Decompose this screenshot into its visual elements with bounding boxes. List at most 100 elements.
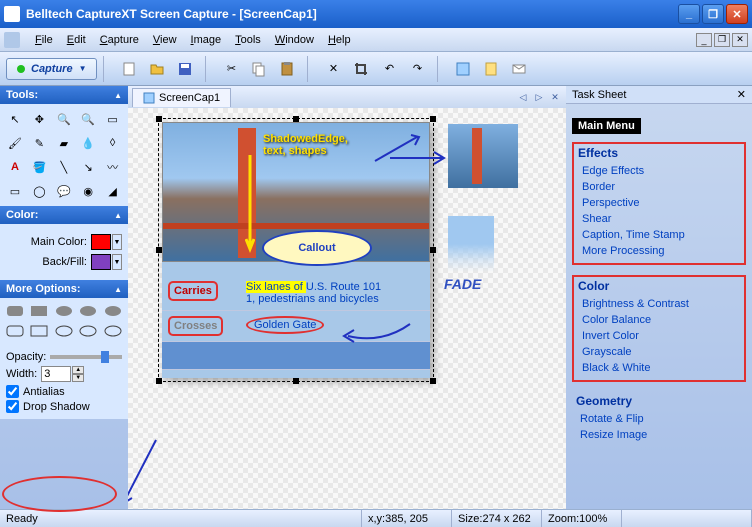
zoom-in-tool[interactable]: 🔍	[53, 108, 75, 130]
tab-prev[interactable]: ◁	[516, 90, 530, 104]
shape-tool[interactable]: ◢	[102, 180, 124, 202]
link-resize[interactable]: Resize Image	[576, 427, 742, 443]
dropshadow-checkbox[interactable]	[6, 400, 19, 413]
clipboard-button[interactable]	[479, 57, 503, 81]
chevron-down-icon: ▼	[79, 64, 87, 73]
link-bw[interactable]: Black & White	[578, 360, 740, 376]
menu-image[interactable]: Image	[184, 31, 229, 49]
width-up[interactable]: ▲	[72, 366, 84, 374]
crop-button[interactable]	[349, 57, 373, 81]
annotation-circle	[2, 476, 117, 512]
open-button[interactable]	[145, 57, 169, 81]
maximize-button[interactable]: ❐	[702, 4, 724, 24]
undo-button[interactable]: ↶	[377, 57, 401, 81]
curve-tool[interactable]: 〰	[102, 156, 124, 178]
opt-ellipse-fill[interactable]	[53, 302, 75, 320]
link-grayscale[interactable]: Grayscale	[578, 344, 740, 360]
width-down[interactable]: ▼	[72, 374, 84, 382]
menu-help[interactable]: Help	[321, 31, 358, 49]
menu-bar: File Edit Capture View Image Tools Windo…	[0, 28, 752, 52]
opt-roundrect-fill[interactable]	[4, 302, 26, 320]
back-color-swatch[interactable]	[91, 254, 111, 270]
link-shear[interactable]: Shear	[578, 211, 740, 227]
redo-button[interactable]: ↷	[405, 57, 429, 81]
opt-ellipse2-fill[interactable]	[77, 302, 99, 320]
move-tool[interactable]: ✥	[28, 108, 50, 130]
tools-header[interactable]: Tools:▲	[0, 86, 128, 104]
zoom-out-tool[interactable]: 🔍	[77, 108, 99, 130]
arrow-tool[interactable]: ↘	[77, 156, 99, 178]
options-header[interactable]: More Options:▲	[0, 280, 128, 298]
fill-tool[interactable]: 🪣	[28, 156, 50, 178]
callout-tool[interactable]: 💬	[53, 180, 75, 202]
main-color-dropdown[interactable]: ▼	[112, 234, 122, 250]
delete-button[interactable]: ✕	[321, 57, 345, 81]
canvas[interactable]: ShadowedEdge, text, shapes Callout Carri…	[128, 108, 566, 509]
brush-tool[interactable]: 🖌	[4, 132, 26, 154]
record-dot-icon	[17, 65, 25, 73]
main-color-swatch[interactable]	[91, 234, 111, 250]
opt-rect-fill[interactable]	[28, 302, 50, 320]
link-color-balance[interactable]: Color Balance	[578, 312, 740, 328]
line-tool[interactable]: ╲	[53, 156, 75, 178]
opacity-slider[interactable]	[50, 355, 122, 359]
status-zoom: Zoom:100%	[542, 510, 622, 527]
opt-cloud-fill[interactable]	[102, 302, 124, 320]
save-button[interactable]	[173, 57, 197, 81]
tab-close[interactable]: ✕	[548, 90, 562, 104]
ellipse-tool[interactable]: ◯	[28, 180, 50, 202]
menu-tools[interactable]: Tools	[228, 31, 268, 49]
cut-button[interactable]: ✂	[219, 57, 243, 81]
link-rotate[interactable]: Rotate & Flip	[576, 411, 742, 427]
mdi-restore[interactable]: ❐	[714, 33, 730, 47]
text-tool[interactable]: A	[4, 156, 26, 178]
minimize-button[interactable]: _	[678, 4, 700, 24]
width-input[interactable]	[41, 366, 71, 382]
back-color-dropdown[interactable]: ▼	[112, 254, 122, 270]
mdi-minimize[interactable]: _	[696, 33, 712, 47]
color-header[interactable]: Color:▲	[0, 206, 128, 224]
opt-cloud[interactable]	[102, 322, 124, 340]
link-more-processing[interactable]: More Processing	[578, 243, 740, 259]
rect-tool[interactable]: ▭	[4, 180, 26, 202]
link-border[interactable]: Border	[578, 179, 740, 195]
options-grid	[0, 298, 128, 344]
antialias-checkbox[interactable]	[6, 385, 19, 398]
menu-file[interactable]: File	[28, 31, 60, 49]
mdi-close[interactable]: ✕	[732, 33, 748, 47]
mdi-icon[interactable]	[4, 32, 20, 48]
opt-roundrect[interactable]	[4, 322, 26, 340]
menu-capture[interactable]: Capture	[93, 31, 146, 49]
geometry-group: Geometry Rotate & Flip Resize Image	[572, 392, 746, 447]
menu-window[interactable]: Window	[268, 31, 321, 49]
paste-button[interactable]	[275, 57, 299, 81]
tab-next[interactable]: ▷	[532, 90, 546, 104]
close-button[interactable]: ✕	[726, 4, 748, 24]
menu-edit[interactable]: Edit	[60, 31, 93, 49]
opt-rect[interactable]	[28, 322, 50, 340]
status-bar: Ready x,y:385, 205 Size:274 x 262 Zoom:1…	[0, 509, 752, 527]
marquee-tool[interactable]: ▭	[102, 108, 124, 130]
opt-ellipse2[interactable]	[77, 322, 99, 340]
properties-button[interactable]	[451, 57, 475, 81]
link-caption[interactable]: Caption, Time Stamp	[578, 227, 740, 243]
link-brightness[interactable]: Brightness & Contrast	[578, 296, 740, 312]
new-button[interactable]	[117, 57, 141, 81]
highlighter-tool[interactable]: ▰	[53, 132, 75, 154]
pointer-tool[interactable]: ↖	[4, 108, 26, 130]
link-edge-effects[interactable]: Edge Effects	[578, 163, 740, 179]
capture-button[interactable]: Capture ▼	[6, 58, 97, 80]
opacity-label: Opacity:	[6, 351, 46, 363]
email-button[interactable]	[507, 57, 531, 81]
stamp-tool[interactable]: ◉	[77, 180, 99, 202]
task-close[interactable]: ✕	[737, 88, 746, 101]
doc-tab[interactable]: ScreenCap1	[132, 88, 231, 107]
opt-ellipse[interactable]	[53, 322, 75, 340]
link-perspective[interactable]: Perspective	[578, 195, 740, 211]
copy-button[interactable]	[247, 57, 271, 81]
menu-view[interactable]: View	[146, 31, 184, 49]
link-invert[interactable]: Invert Color	[578, 328, 740, 344]
eyedropper-tool[interactable]: 💧	[77, 132, 99, 154]
pencil-tool[interactable]: ✎	[28, 132, 50, 154]
eraser-tool[interactable]: ◊	[102, 132, 124, 154]
